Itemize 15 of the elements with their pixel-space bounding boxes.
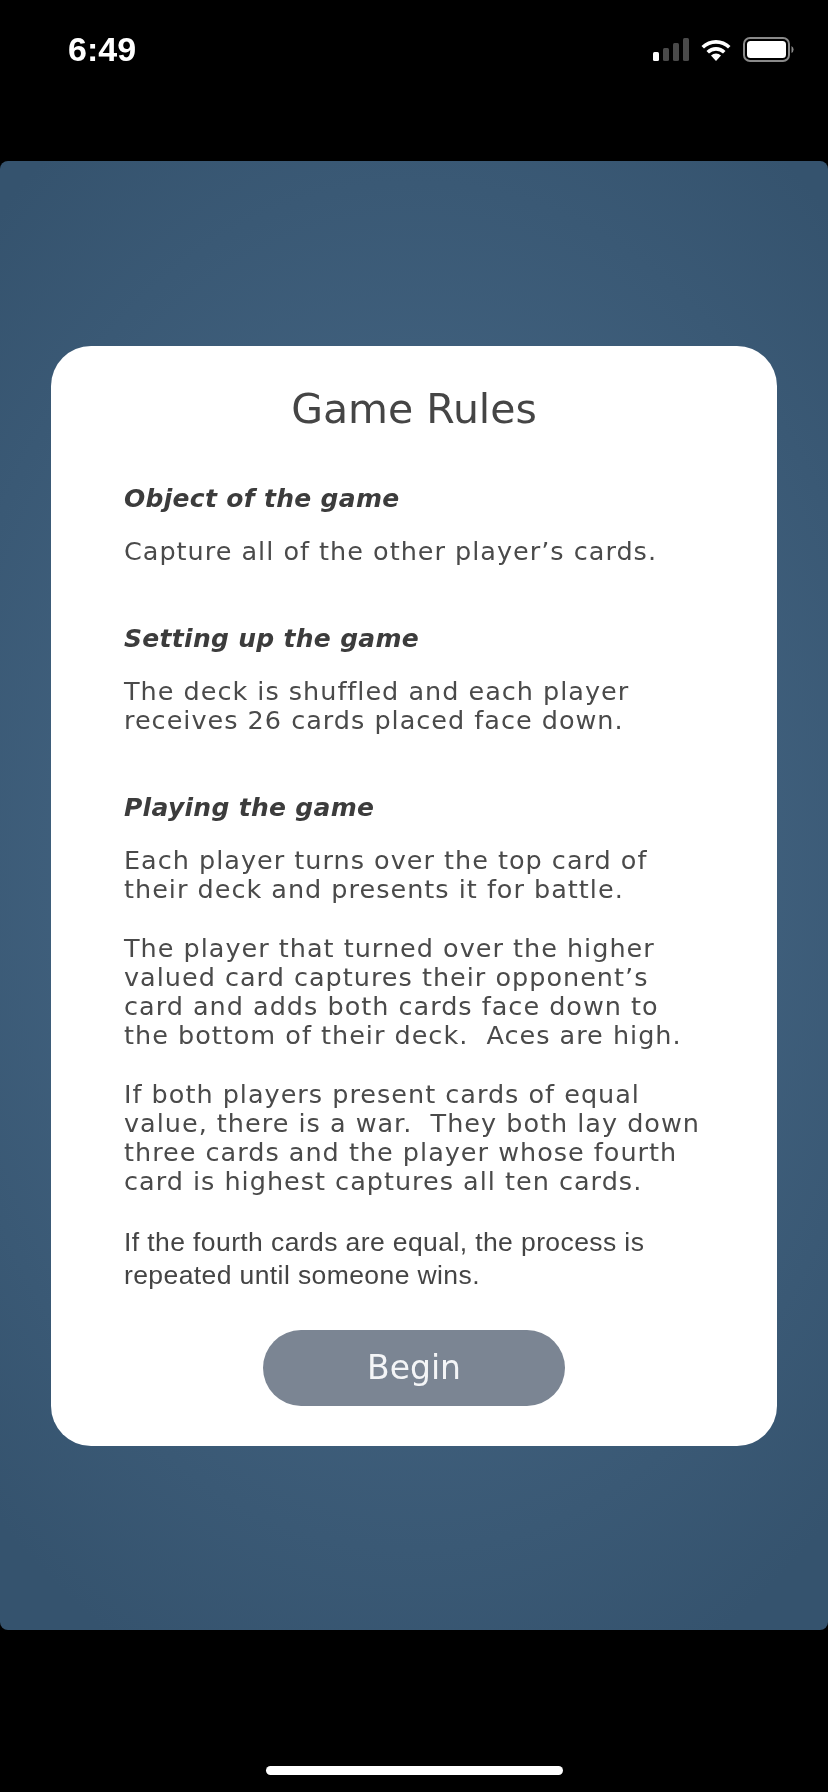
rule-paragraph: The player that turned over the higher valued card captures their opponent’s card and adds both cards face down to the bottom of their deck. Aces are high. [124,933,683,1050]
wifi-icon [700,38,732,61]
signal-icon [653,38,689,61]
battery-icon [743,37,795,62]
status-time: 6:49 [68,30,137,68]
section-heading: Setting up the game [124,623,421,654]
rule-paragraph: If the fourth cards are equal, the process is repeated until someone wins. [124,1225,646,1292]
section-heading: Object of the game [124,483,401,514]
rule-paragraph: Capture all of the other player’s cards. [124,536,658,566]
rule-paragraph: The deck is shuffled and each player receives 26 cards placed face down. [124,676,631,735]
begin-button[interactable]: Begin [263,1329,565,1406]
rule-paragraph: Each player turns over the top card of their deck and presents it for battle. [124,845,649,904]
dialog-title: Game Rules [290,383,538,434]
rule-paragraph: If both players present cards of equal value, there is a war. They both lay down three cards and the player whose fourth card is highest captures all ten cards. [124,1079,701,1196]
section-heading: Playing the game [124,792,376,823]
